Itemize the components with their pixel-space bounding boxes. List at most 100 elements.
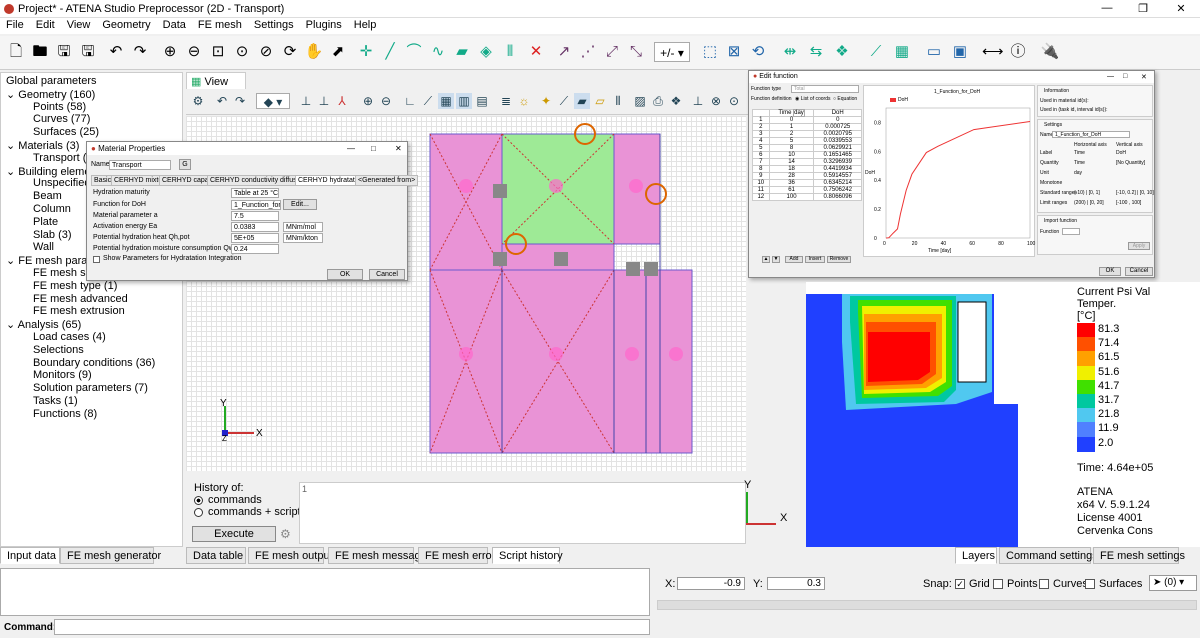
table-cell[interactable]: 36 [768, 179, 815, 187]
table-cell[interactable]: 0.1651465 [813, 151, 862, 159]
dialog-max-icon[interactable]: □ [371, 144, 376, 153]
material-name-field[interactable]: Transport [109, 160, 171, 170]
show-boundary-icon[interactable]: ⫴ [610, 93, 626, 109]
radio-commands[interactable] [194, 496, 203, 505]
edit-function-button[interactable]: Edit... [283, 199, 317, 210]
menu-data[interactable]: Data [157, 18, 192, 32]
settings-row-value[interactable]: Time [1074, 150, 1085, 156]
menu-help[interactable]: Help [348, 18, 383, 32]
command-input[interactable] [54, 619, 650, 635]
mirror-icon[interactable]: ⤢ [602, 42, 622, 62]
open-icon[interactable]: 🖿 [30, 42, 50, 62]
table-row[interactable]: 12 100 0.8066096 [752, 193, 862, 201]
loads-icon[interactable]: ⊗ [708, 93, 724, 109]
table-row[interactable]: 7 14 0.3296939 [752, 158, 862, 166]
table-cell[interactable]: 0.000725 [813, 123, 862, 131]
tree-item[interactable]: Surfaces (25) [33, 126, 99, 138]
table-cell[interactable]: 0.3296939 [813, 158, 862, 166]
save-as-icon[interactable]: 🖫 [78, 42, 98, 62]
load-marker[interactable] [549, 347, 563, 361]
tree-item[interactable]: Solution parameters (7) [33, 382, 148, 394]
def-list-option[interactable]: ◉ List of coords [795, 96, 831, 102]
monitor-box[interactable] [493, 184, 507, 198]
list-icon[interactable]: ≣ [498, 93, 514, 109]
table-cell[interactable]: 18 [768, 165, 815, 173]
material-ok-button[interactable]: OK [327, 269, 363, 280]
snap-surfaces-checkbox[interactable] [1085, 579, 1095, 589]
table-cell[interactable]: 2 [768, 130, 815, 138]
zoom-previous-icon[interactable]: ⊘ [256, 42, 276, 62]
table-cell[interactable]: 12 [752, 193, 770, 201]
arrows-icon[interactable]: ⇆ [806, 42, 826, 62]
dialog-close-icon[interactable]: ✕ [395, 144, 402, 153]
table-cell[interactable]: 7 [752, 158, 770, 166]
table-cell[interactable]: 0 [768, 116, 815, 124]
measure-icon[interactable]: ⟷ [982, 42, 1004, 62]
copy-icon[interactable]: ⋰ [578, 42, 598, 62]
menu-geometry[interactable]: Geometry [96, 18, 156, 32]
rotate-icon[interactable]: ⟳ [280, 42, 300, 62]
show-points-icon[interactable]: ✦ [538, 93, 554, 109]
tree-item[interactable]: Curves (77) [33, 113, 90, 125]
tab-fe-mesh-error[interactable]: FE mesh error [418, 547, 495, 564]
tab-input-data[interactable]: Input data [0, 547, 60, 564]
snap-curves-checkbox[interactable] [1039, 579, 1049, 589]
tree-item[interactable]: FE mesh advanced [33, 293, 128, 305]
table-cell[interactable]: 0.0020795 [813, 130, 862, 138]
load-marker[interactable] [549, 179, 563, 193]
fn-close-icon[interactable]: ✕ [1141, 73, 1147, 81]
settings-row-value[interactable]: [No Quantity] [1116, 160, 1145, 166]
show-grid-icon[interactable]: ▦ [438, 93, 454, 109]
print-icon[interactable]: ⎙ [650, 93, 666, 109]
menu-settings[interactable]: Settings [248, 18, 300, 32]
zoom-in-icon[interactable]: ⊕ [160, 42, 180, 62]
menu-fe-mesh[interactable]: FE mesh [192, 18, 248, 32]
table-row[interactable]: 100 [752, 116, 862, 124]
view-mode-dropdown[interactable]: ◆ ▾ [256, 93, 290, 109]
tree-item[interactable]: Selections [33, 344, 84, 356]
table-cell[interactable]: 0.4419934 [813, 165, 862, 173]
table-cell[interactable]: 6 [752, 151, 770, 159]
function-doh-select[interactable]: 1_Function_for_DoH [231, 200, 281, 210]
table-row[interactable]: 3 2 0.0020795 [752, 130, 862, 138]
table-cell[interactable]: 4 [752, 137, 770, 145]
table-cell[interactable]: 3 [752, 130, 770, 138]
connect-icon[interactable]: ⇹ [780, 42, 800, 62]
table-cell[interactable]: 0.8066096 [813, 193, 862, 201]
select-icon[interactable]: ⬈ [328, 42, 348, 62]
table-row[interactable]: 6 10 0.1651465 [752, 151, 862, 159]
hydration-heat-unit[interactable]: MNm/kton [283, 233, 323, 243]
tree-item[interactable]: Functions (8) [33, 408, 97, 420]
tree-item[interactable]: ⌄ Materials (3) [6, 139, 79, 152]
select-cross-icon[interactable]: ⊠ [724, 42, 744, 62]
menu-edit[interactable]: Edit [30, 18, 61, 32]
move-up-button[interactable]: ▲ [762, 256, 770, 263]
view-undo-icon[interactable]: ↶ [214, 93, 230, 109]
load-marker[interactable] [625, 347, 639, 361]
show-curves-icon[interactable]: ⟋ [420, 93, 436, 109]
show-surfaces-icon[interactable]: ▰ [574, 93, 590, 109]
monitors-icon[interactable]: ⊙ [726, 93, 742, 109]
tree-item[interactable]: ⌄ Geometry (160) [6, 88, 95, 101]
settings-row-value[interactable]: day [1074, 170, 1082, 176]
settings-row-value[interactable]: DoH [1116, 150, 1126, 156]
zoom-fit-icon[interactable]: ⊡ [208, 42, 228, 62]
execute-settings-icon[interactable]: ⚙ [280, 527, 291, 541]
move-icon[interactable]: ↗ [554, 42, 574, 62]
refresh-icon[interactable]: ⟲ [748, 42, 768, 62]
table-cell[interactable]: 0 [813, 116, 862, 124]
view-xz-icon[interactable]: ⊥ [316, 93, 332, 109]
moisture-consumption-field[interactable]: 0.24 [231, 244, 279, 254]
command-output[interactable] [0, 568, 650, 616]
menu-file[interactable]: File [0, 18, 30, 32]
tree-item[interactable]: Unspecified [33, 177, 90, 189]
operation-dropdown[interactable]: +/- ▾ [654, 42, 690, 62]
function-cancel-button[interactable]: Cancel [1125, 267, 1153, 276]
minimize-icon[interactable]: — [1092, 2, 1122, 14]
tab-fe-mesh-message[interactable]: FE mesh message [328, 547, 427, 564]
table-cell[interactable]: 61 [768, 186, 815, 194]
settings-name-field[interactable]: 1_Function_for_DoH [1052, 131, 1130, 138]
def-equation-option[interactable]: ○ Equation [833, 96, 857, 102]
tab-fe-mesh-output[interactable]: FE mesh output [248, 547, 333, 564]
menu-view[interactable]: View [61, 18, 97, 32]
